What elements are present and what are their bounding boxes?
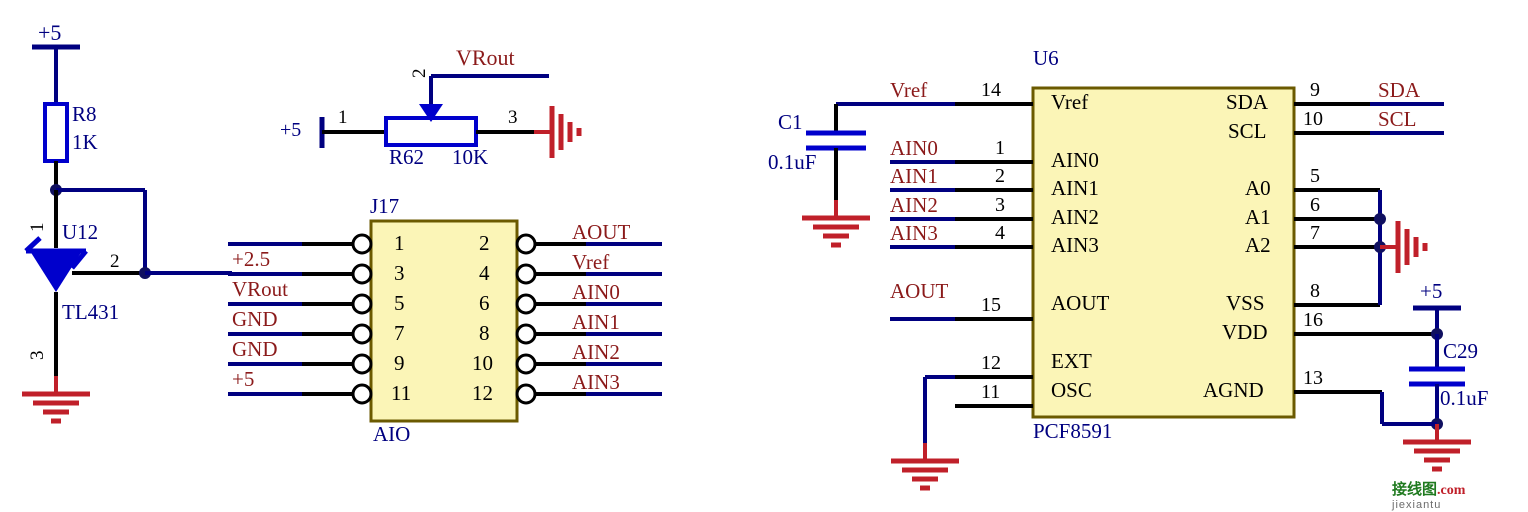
u6-pinname-a1: A1 [1245,205,1271,229]
j17-pin-7: 7 [394,321,405,345]
u6-pinname-vref: Vref [1051,90,1089,114]
net-label-ain3-j17: AIN3 [572,370,620,394]
u6-pinnum-3: 3 [995,194,1005,216]
j17-pin-2: 2 [479,231,490,255]
power-label-plus5-top-left: +5 [38,20,62,45]
u6-pinnum-1: 1 [995,137,1005,159]
u6-pinnum-12: 12 [981,352,1001,374]
net-label-aout-j17: AOUT [572,220,631,244]
net-label-ain2-j17: AIN2 [572,340,620,364]
u6-pinnum-2: 2 [995,165,1005,187]
u6-pinname-aout: AOUT [1051,291,1110,315]
net-label-vrout-j17: VRout [232,277,289,301]
u12-pin-3-number: 3 [27,350,48,361]
net-label-plus5-j17: +5 [232,367,255,391]
c29-designator: C29 [1443,339,1479,363]
r62-pin-3-number: 3 [508,107,518,128]
u6-pinnum-8: 8 [1310,280,1320,302]
u6-pinname-vdd: VDD [1222,320,1268,344]
u6-pinname-a0: A0 [1245,176,1271,200]
net-label-gnd-1: GND [232,307,278,331]
u6-pinnum-16: 16 [1303,309,1323,331]
u6-pinnum-13: 13 [1303,367,1323,389]
r62-designator: R62 [389,145,425,169]
net-label-vref-j17: Vref [572,250,610,274]
r8-designator: R8 [72,102,97,126]
watermark: 接线图.com jiexiantu [1392,478,1465,511]
net-label-plus2v5: +2.5 [232,247,271,271]
watermark-tld: .com [1437,483,1466,498]
c29-value: 0.1uF [1440,386,1489,410]
r62-pin-1-number: 1 [338,107,348,128]
potentiometer-graphics [319,74,579,158]
u6-pinnum-15: 15 [981,294,1001,316]
net-label-ain0-j17: AIN0 [572,280,620,304]
net-label-vref-u6: Vref [890,78,928,102]
net-label-aout-u6: AOUT [890,279,949,303]
u12-designator: U12 [62,220,99,244]
j17-pin-5: 5 [394,291,405,315]
u12-part-number: TL431 [62,300,120,324]
u6-pinname-ain0: AIN0 [1051,148,1099,172]
u6-pinname-agnd: AGND [1203,378,1264,402]
u6-pinnum-10: 10 [1303,108,1323,130]
net-label-sda: SDA [1378,78,1421,102]
u6-pinnum-5: 5 [1310,165,1320,187]
net-label-gnd-2: GND [232,337,278,361]
u6-pinnum-6: 6 [1310,194,1320,216]
j17-pin-11: 11 [391,381,412,405]
u6-pinname-a2: A2 [1245,233,1271,257]
j17-pin-6: 6 [479,291,490,315]
j17-pin-1: 1 [394,231,405,255]
j17-pin-12: 12 [472,381,493,405]
j17-pin-9: 9 [394,351,405,375]
u12-pin-2-number: 2 [110,251,120,272]
r62-value: 10K [452,145,489,169]
u6-pinname-scl: SCL [1228,119,1267,143]
j17-pin-3: 3 [394,261,405,285]
u6-pinname-vss: VSS [1226,291,1265,315]
u6-pinname-ain2: AIN2 [1051,205,1099,229]
watermark-pinyin: jiexiantu [1392,499,1442,511]
j17-pin-8: 8 [479,321,490,345]
net-label-scl: SCL [1378,107,1417,131]
c1-value: 0.1uF [768,150,817,174]
u12-pin-1-number: 1 [27,222,48,233]
u6-pinname-ain1: AIN1 [1051,176,1099,200]
u6-pinname-ext: EXT [1051,349,1092,373]
u6-pinnum-7: 7 [1310,222,1320,244]
net-label-ain3-u6: AIN3 [890,221,938,245]
net-label-ain1-u6: AIN1 [890,164,938,188]
net-label-ain0-u6: AIN0 [890,136,938,160]
net-label-ain1-j17: AIN1 [572,310,620,334]
tl431-net-graphics [22,47,232,421]
j17-pin-4: 4 [479,261,490,285]
pot-supply-label: +5 [280,119,302,141]
r62-pin-2-number: 2 [409,68,430,79]
power-label-plus5-vdd: +5 [1420,279,1443,303]
r8-value: 1K [72,130,98,154]
j17-name: AIO [373,422,411,446]
u6-pinnum-4: 4 [995,222,1005,244]
u6-pinname-sda: SDA [1226,90,1269,114]
u6-pinnum-14: 14 [981,79,1001,101]
net-label-vrout-pot: VRout [456,45,515,70]
j17-pin-10: 10 [472,351,493,375]
watermark-cn: 接线图 [1392,482,1438,498]
u6-pinnum-9: 9 [1310,79,1320,101]
c1-designator: C1 [778,110,803,134]
u6-designator: U6 [1033,46,1059,70]
j17-designator: J17 [370,194,400,218]
u6-pinname-osc: OSC [1051,378,1092,402]
net-label-ain2-u6: AIN2 [890,193,938,217]
u6-pinnum-11: 11 [981,381,1001,403]
schematic-sheet: +5 R8 1K 1 U12 2 3 TL431 +5 1 2 3 R62 10… [0,0,1528,512]
schematic-graphics [0,0,1528,512]
u6-part-number: PCF8591 [1033,419,1113,443]
u6-pinname-ain3: AIN3 [1051,233,1099,257]
